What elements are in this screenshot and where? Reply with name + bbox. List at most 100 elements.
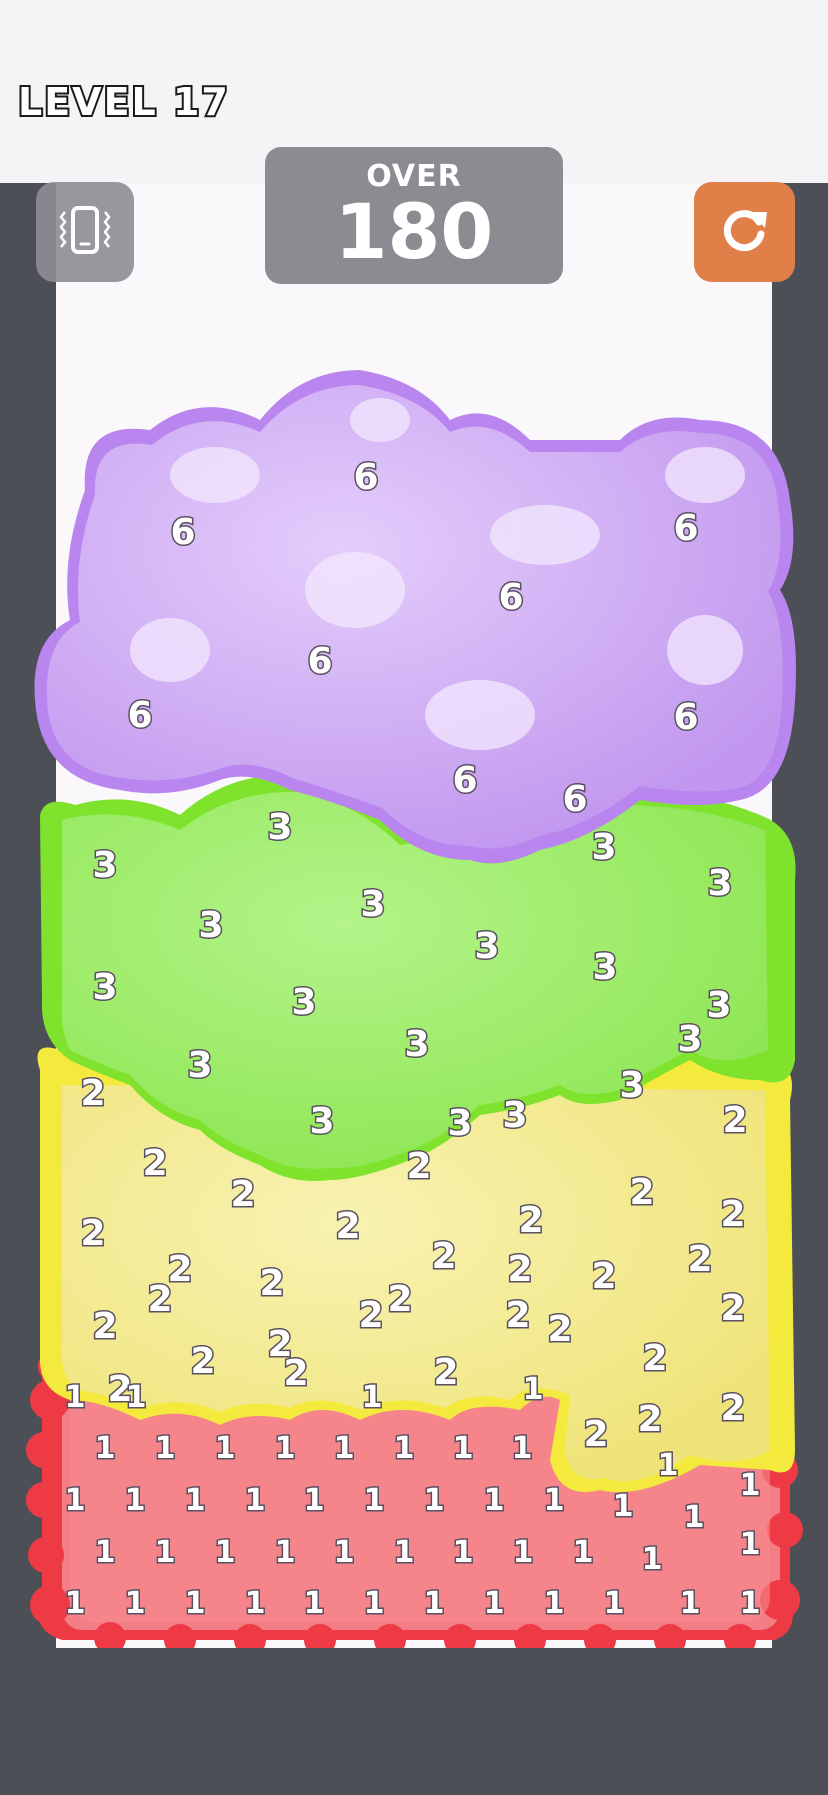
yellow-blob-number: 2: [721, 1100, 749, 1141]
red-blob-number: 1: [738, 1586, 762, 1621]
green-blob-number: 3: [590, 827, 618, 868]
yellow-blob-number: 2: [546, 1309, 574, 1350]
yellow-blob-number: 2: [641, 1338, 669, 1379]
vibrate-toggle-button[interactable]: [36, 182, 134, 282]
red-blob-number: 1: [183, 1586, 207, 1621]
green-blob-number: 3: [91, 845, 119, 886]
yellow-blob-number: 2: [504, 1295, 532, 1336]
red-blob-number: 1: [640, 1542, 664, 1577]
restart-button[interactable]: [694, 182, 795, 282]
red-blob-number: 1: [63, 1380, 87, 1415]
yellow-blob-number: 2: [628, 1172, 656, 1213]
green-blob-number: 3: [290, 982, 318, 1023]
red-blob-number: 1: [93, 1431, 117, 1466]
red-blob-number: 1: [63, 1483, 87, 1518]
yellow-blob-number: 2: [719, 1288, 747, 1329]
red-blob-number: 1: [362, 1483, 386, 1518]
red-blob-number: 1: [482, 1483, 506, 1518]
green-blob-number: 3: [403, 1024, 431, 1065]
red-blob-number: 1: [93, 1535, 117, 1570]
red-blob-number: 1: [511, 1535, 535, 1570]
level-label: LEVEL 17: [16, 78, 230, 126]
yellow-blob-number: 2: [79, 1213, 107, 1254]
red-blob-number: 1: [422, 1483, 446, 1518]
red-blob-number: 1: [521, 1372, 545, 1407]
green-blob-number: 3: [501, 1095, 529, 1136]
red-blob-number: 1: [392, 1431, 416, 1466]
yellow-blob-number: 2: [79, 1073, 107, 1114]
green-blob-number: 3: [676, 1019, 704, 1060]
red-blob-number: 1: [273, 1535, 297, 1570]
red-blob-number: 1: [123, 1483, 147, 1518]
red-blob-number: 1: [542, 1483, 566, 1518]
yellow-blob-number: 2: [636, 1399, 664, 1440]
yellow-blob-number: 2: [432, 1352, 460, 1393]
yellow-blob-number: 2: [229, 1174, 257, 1215]
green-blob-number: 3: [591, 947, 619, 988]
purple-blob-number: 6: [497, 577, 525, 618]
red-blob-number: 1: [213, 1535, 237, 1570]
score-value: 180: [334, 187, 494, 276]
phone-vibrate-icon: [53, 198, 117, 266]
green-blob-number: 3: [91, 967, 119, 1008]
red-blob-number: 1: [123, 1586, 147, 1621]
red-blob-number: 1: [153, 1431, 177, 1466]
red-blob-number: 1: [302, 1586, 326, 1621]
purple-blob-number: 6: [672, 508, 700, 549]
yellow-blob-number: 2: [334, 1206, 362, 1247]
restart-icon: [715, 200, 775, 264]
red-blob-number: 1: [656, 1448, 680, 1483]
red-blob-number: 1: [571, 1535, 595, 1570]
yellow-blob-number: 2: [719, 1194, 747, 1235]
red-blob-number: 1: [392, 1535, 416, 1570]
red-blob-number: 1: [302, 1483, 326, 1518]
green-blob-number: 3: [618, 1065, 646, 1106]
red-blob-number: 1: [213, 1431, 237, 1466]
red-blob-number: 1: [482, 1586, 506, 1621]
red-blob-number: 1: [332, 1535, 356, 1570]
purple-blob-number: 6: [306, 641, 334, 682]
yellow-blob-number: 2: [405, 1146, 433, 1187]
red-blob-number: 1: [243, 1483, 267, 1518]
purple-blob-number: 6: [561, 779, 589, 820]
purple-blob-number: 6: [451, 760, 479, 801]
green-blob-number: 3: [706, 863, 734, 904]
yellow-blob-number: 2: [517, 1200, 545, 1241]
red-blob-number: 1: [542, 1586, 566, 1621]
red-blob-number: 1: [360, 1380, 384, 1415]
floor: [0, 1648, 828, 1795]
score-panel: OVER 180: [265, 147, 563, 284]
red-blob-number: 1: [183, 1483, 207, 1518]
purple-blob-number: 6: [169, 512, 197, 553]
yellow-blob-number: 2: [266, 1324, 294, 1365]
yellow-blob-number: 2: [146, 1279, 174, 1320]
green-blob-number: 3: [359, 884, 387, 925]
red-blob-number: 1: [422, 1586, 446, 1621]
purple-blob-layer: [34, 370, 796, 864]
yellow-blob-number: 2: [686, 1239, 714, 1280]
red-blob-number: 1: [63, 1586, 87, 1621]
yellow-blob-number: 2: [258, 1263, 286, 1304]
yellow-blob-number: 2: [430, 1236, 458, 1277]
yellow-blob-number: 2: [386, 1279, 414, 1320]
purple-blob-number: 6: [352, 457, 380, 498]
yellow-blob-number: 2: [590, 1256, 618, 1297]
green-blob-number: 3: [308, 1101, 336, 1142]
green-blob-number: 3: [446, 1103, 474, 1144]
purple-blob-number: 6: [126, 695, 154, 736]
red-blob-number: 1: [738, 1468, 762, 1503]
red-blob-number: 1: [678, 1586, 702, 1621]
red-blob-number: 1: [510, 1431, 534, 1466]
green-blob-number: 3: [705, 985, 733, 1026]
yellow-blob-number: 2: [189, 1341, 217, 1382]
green-blob-number: 3: [266, 807, 294, 848]
red-blob-number: 1: [332, 1431, 356, 1466]
red-blob-number: 1: [243, 1586, 267, 1621]
yellow-blob-number: 2: [141, 1143, 169, 1184]
purple-blob-number: 6: [672, 697, 700, 738]
yellow-blob-number: 2: [582, 1414, 610, 1455]
green-blob-number: 3: [473, 926, 501, 967]
red-blob-number: 1: [602, 1586, 626, 1621]
red-blob-number: 1: [738, 1527, 762, 1562]
red-blob-number: 1: [362, 1586, 386, 1621]
